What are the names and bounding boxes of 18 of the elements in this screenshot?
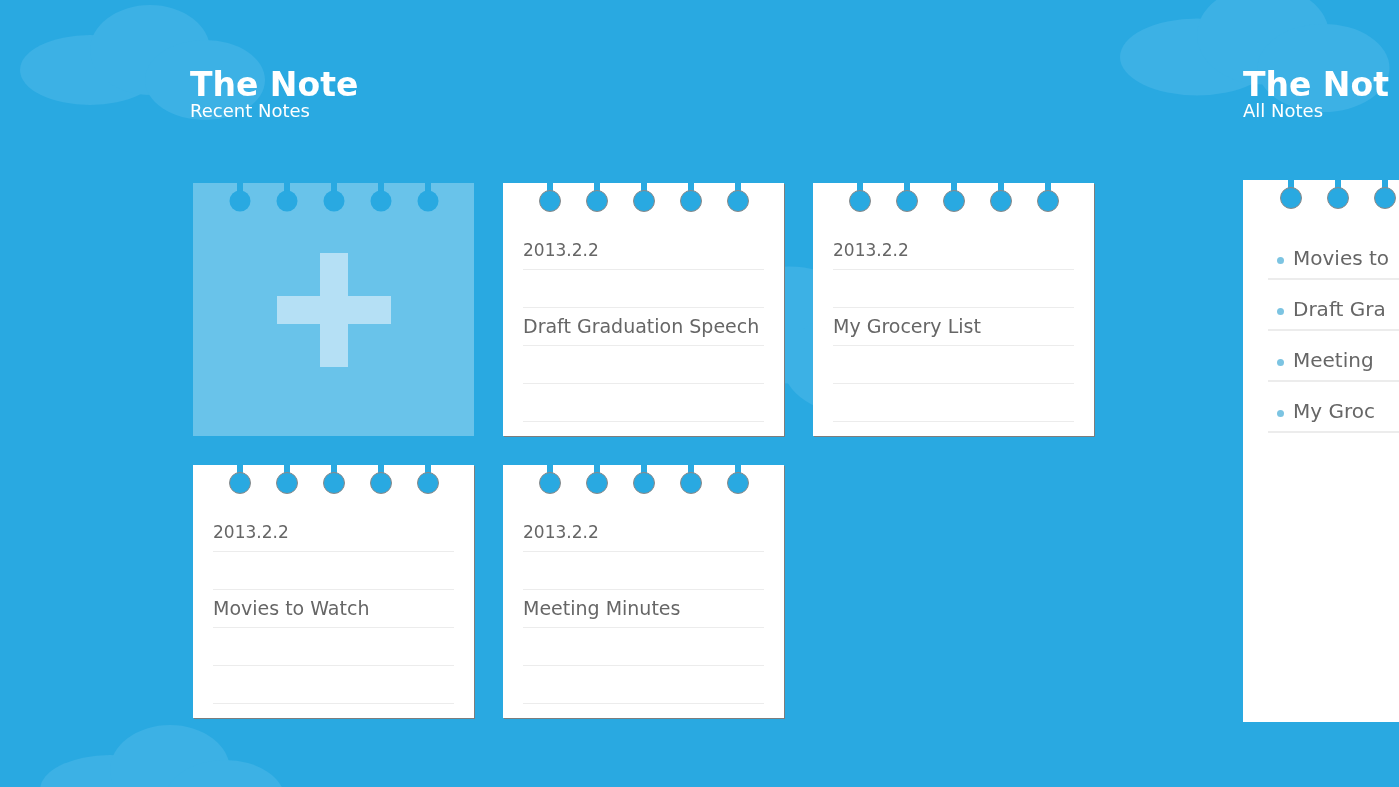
bullet-icon bbox=[1277, 409, 1284, 417]
note-date: 2013.2.2 bbox=[523, 232, 764, 270]
plus-icon bbox=[277, 253, 391, 367]
note-date: 2013.2.2 bbox=[833, 232, 1074, 270]
note-card[interactable]: 2013.2.2 My Grocery List bbox=[813, 183, 1094, 436]
add-note-button[interactable] bbox=[193, 183, 474, 436]
note-date: 2013.2.2 bbox=[213, 514, 454, 552]
bullet-icon bbox=[1277, 256, 1284, 264]
note-list-item[interactable]: Draft Gra bbox=[1293, 297, 1386, 321]
note-card[interactable]: 2013.2.2 Meeting Minutes bbox=[503, 465, 784, 718]
note-card[interactable]: 2013.2.2 Movies to Watch bbox=[193, 465, 474, 718]
note-card[interactable]: 2013.2.2 Draft Graduation Speech bbox=[503, 183, 784, 436]
note-list-item[interactable]: Movies to bbox=[1293, 246, 1390, 270]
note-list-item[interactable]: Meeting bbox=[1293, 348, 1374, 372]
note-date: 2013.2.2 bbox=[523, 514, 764, 552]
bullet-icon bbox=[1277, 358, 1284, 366]
bullet-icon bbox=[1277, 307, 1284, 315]
note-list-item[interactable]: My Groc bbox=[1293, 399, 1375, 423]
